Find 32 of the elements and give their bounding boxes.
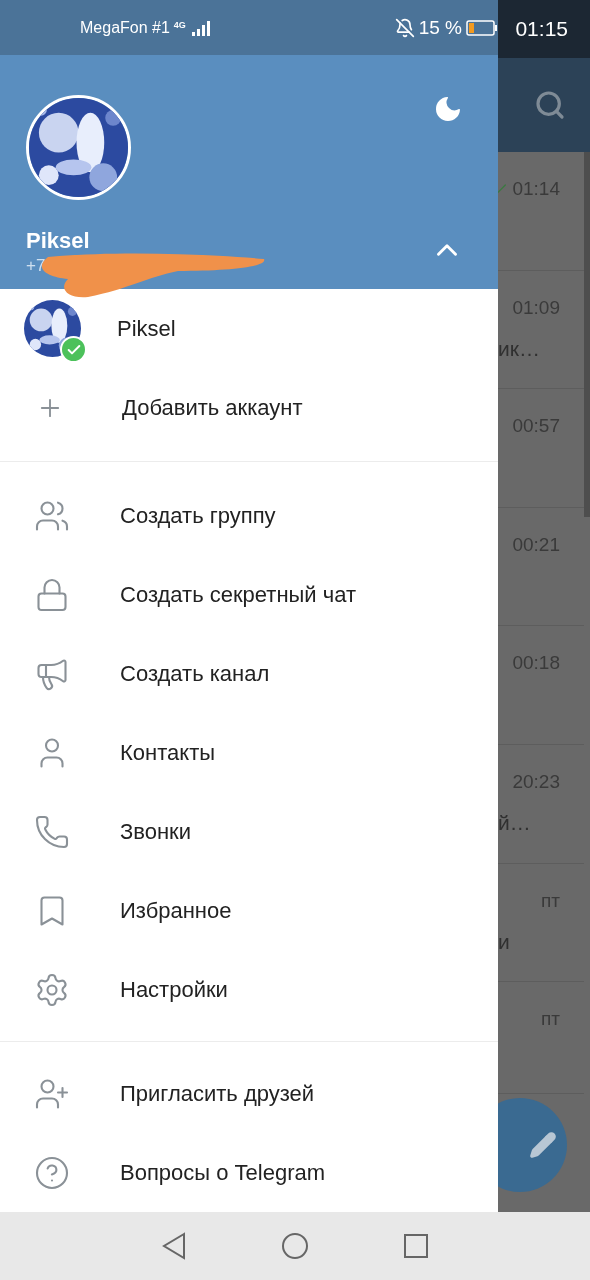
- search-icon[interactable]: [534, 89, 566, 121]
- menu-item[interactable]: Создать группу: [0, 476, 498, 555]
- pencil-icon: [529, 1131, 557, 1159]
- battery-percent: 15 %: [418, 16, 462, 39]
- recents-icon[interactable]: [403, 1233, 429, 1259]
- menu-item[interactable]: Контакты: [0, 713, 498, 792]
- network-type: 4G: [173, 20, 186, 30]
- signal-icon: [189, 19, 212, 36]
- phone-icon: [34, 813, 70, 850]
- menu-item[interactable]: Создать канал: [0, 634, 498, 713]
- chat-preview: и: [498, 929, 510, 954]
- menu-item[interactable]: Пригласить друзей: [0, 1054, 498, 1133]
- help-icon: [34, 1154, 70, 1191]
- battery-icon: [466, 19, 498, 36]
- menu-item[interactable]: Звонки: [0, 792, 498, 871]
- compose-button[interactable]: [498, 1098, 567, 1192]
- settings-icon: [34, 971, 70, 1008]
- menu-item[interactable]: Избранное: [0, 871, 498, 950]
- profile-name: Piksel: [26, 228, 90, 255]
- add-account-item[interactable]: Добавить аккаунт: [0, 368, 498, 447]
- back-icon[interactable]: [161, 1232, 187, 1260]
- clock: 01:15: [515, 17, 568, 41]
- bell-off-icon: [394, 17, 415, 38]
- menu-item[interactable]: Настройки: [0, 950, 498, 1029]
- chat-preview: ик…: [498, 336, 540, 361]
- account-item[interactable]: Piksel: [0, 289, 498, 368]
- lock-icon: [34, 576, 70, 613]
- carrier-name: MegaFon #1: [80, 18, 170, 37]
- menu-item[interactable]: Вопросы о Telegram: [0, 1133, 498, 1212]
- home-icon[interactable]: [281, 1232, 309, 1260]
- chat-preview: й…: [498, 810, 531, 835]
- menu-item[interactable]: Создать секретный чат: [0, 555, 498, 634]
